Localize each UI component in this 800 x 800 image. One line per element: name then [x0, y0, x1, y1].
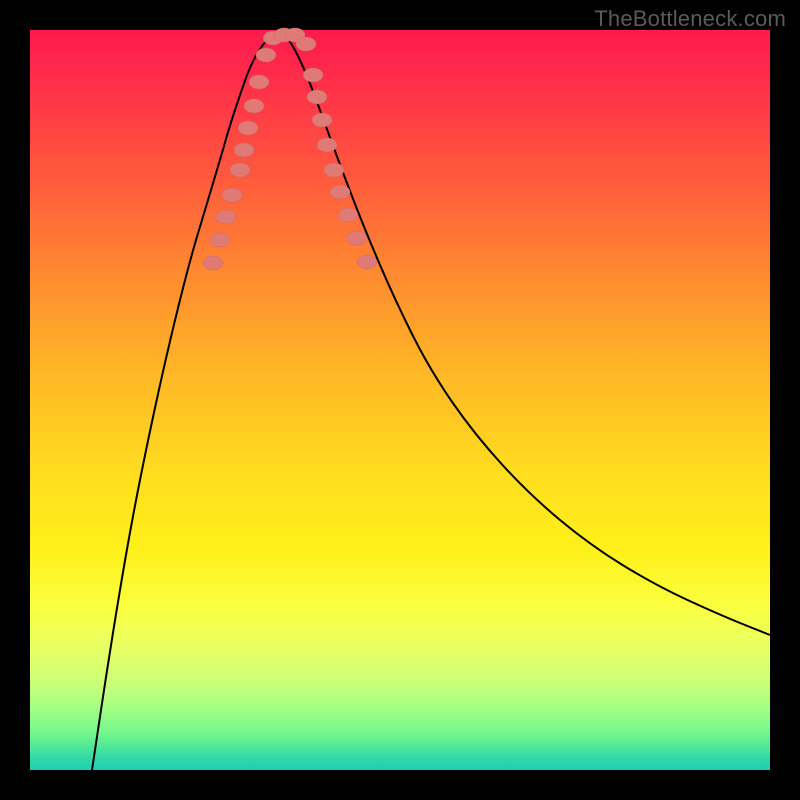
marker-point — [330, 185, 350, 199]
marker-point — [210, 233, 230, 247]
marker-point — [296, 37, 316, 51]
marker-point — [307, 90, 327, 104]
curve-right-branch — [280, 33, 770, 635]
marker-point — [216, 210, 236, 224]
marker-point — [338, 208, 358, 222]
marker-point — [222, 188, 242, 202]
marker-point — [347, 231, 367, 245]
marker-point — [244, 99, 264, 113]
marker-point — [256, 48, 276, 62]
marker-point — [324, 163, 344, 177]
marker-point — [203, 256, 223, 270]
chart-svg — [30, 30, 770, 770]
marker-point — [357, 255, 377, 269]
marker-point — [249, 75, 269, 89]
marker-point — [230, 163, 250, 177]
marker-point — [312, 113, 332, 127]
marker-point — [238, 121, 258, 135]
curve-left-branch — [92, 33, 280, 770]
marker-point — [234, 143, 254, 157]
marker-point — [303, 68, 323, 82]
watermark-text: TheBottleneck.com — [594, 6, 786, 32]
marker-group — [203, 28, 377, 270]
marker-point — [317, 138, 337, 152]
